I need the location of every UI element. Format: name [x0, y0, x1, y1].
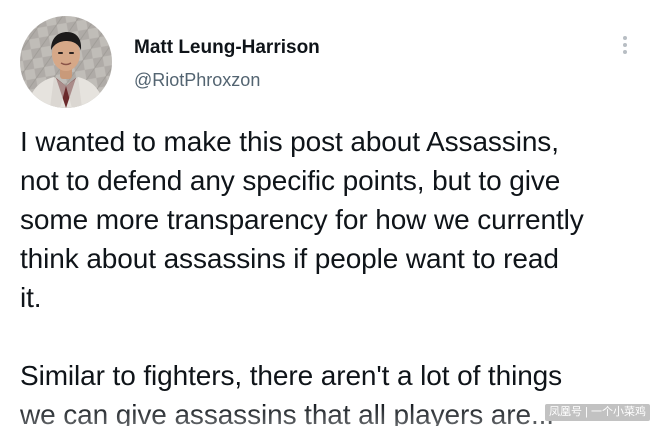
more-options-button[interactable] [614, 30, 636, 60]
author-display-name[interactable]: Matt Leung-Harrison [134, 36, 320, 60]
author-block: Matt Leung-Harrison @RiotPhroxzon [134, 36, 320, 91]
tweet-card: Matt Leung-Harrison @RiotPhroxzon I want… [0, 0, 660, 426]
profile-photo-icon [20, 16, 112, 108]
more-vertical-icon-dot [623, 43, 627, 47]
avatar[interactable] [20, 16, 112, 108]
source-watermark: 凤凰号 | 一个小菜鸡 [545, 404, 650, 421]
tweet-text: I wanted to make this post about Assassi… [20, 122, 650, 426]
more-vertical-icon-dot [623, 36, 627, 40]
author-handle[interactable]: @RiotPhroxzon [134, 69, 320, 91]
tweet-paragraph: I wanted to make this post about Assassi… [20, 126, 584, 313]
more-vertical-icon-dot [623, 50, 627, 54]
